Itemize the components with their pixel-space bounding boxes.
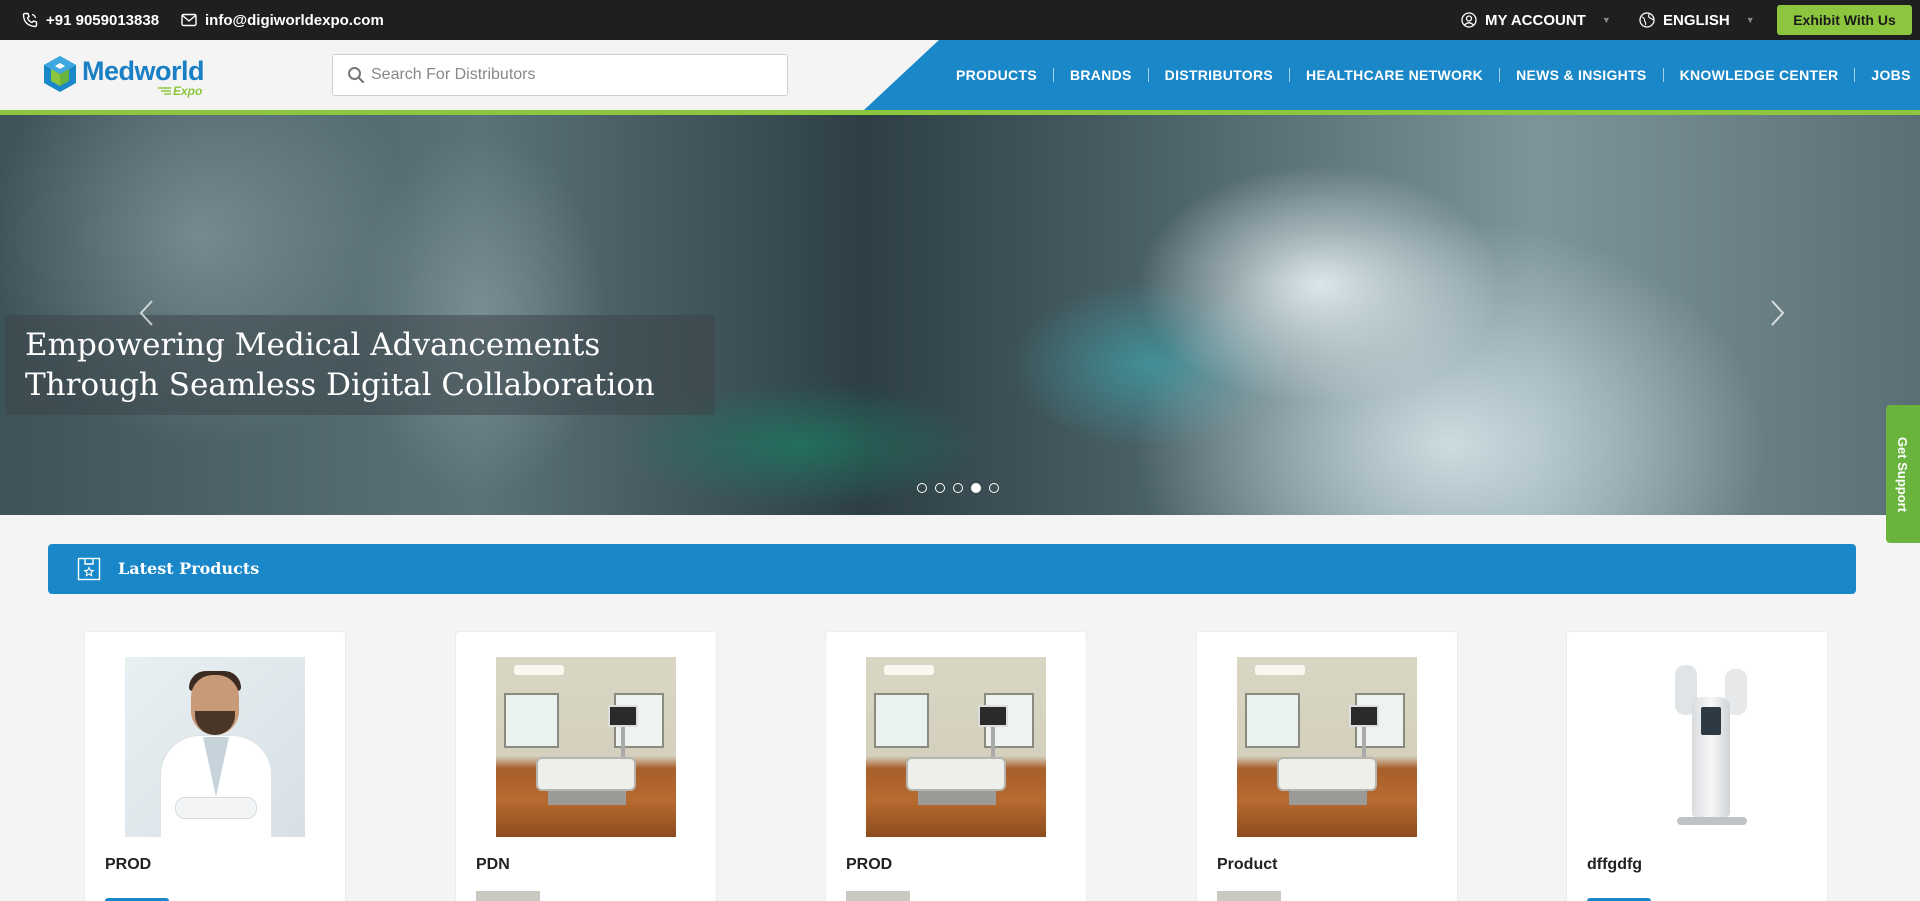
nav-jobs[interactable]: JOBS (1855, 67, 1910, 83)
product-card[interactable]: PROD (825, 631, 1087, 901)
nav-products[interactable]: PRODUCTS (940, 67, 1053, 83)
carousel-indicators (917, 483, 999, 493)
product-mini-thumbnail[interactable] (1217, 891, 1281, 901)
nav-news-insights[interactable]: NEWS & INSIGHTS (1500, 67, 1663, 83)
carousel-dot[interactable] (953, 483, 963, 493)
carousel-dot[interactable] (935, 483, 945, 493)
distributor-search[interactable] (332, 54, 788, 96)
carousel-next-arrow-icon[interactable] (1762, 293, 1792, 333)
email-contact[interactable]: info@digiworldexpo.com (181, 0, 384, 40)
product-name[interactable]: PDN (476, 856, 510, 874)
hero-caption-line-1: Empowering Medical Advancements (25, 327, 601, 363)
chevron-down-icon: ▼ (1601, 15, 1611, 25)
hero-caption-line-2: Through Seamless Digital Collaboration (25, 367, 655, 403)
product-image[interactable] (125, 657, 305, 837)
hospital-room-photo (1237, 657, 1417, 837)
product-card[interactable]: dffgdfg (1566, 631, 1828, 901)
email-address: info@digiworldexpo.com (205, 11, 384, 29)
product-image[interactable] (1607, 657, 1787, 837)
hospital-room-photo (496, 657, 676, 837)
exhibit-with-us-button[interactable]: Exhibit With Us (1777, 5, 1912, 35)
main-nav: PRODUCTS BRANDS DISTRIBUTORS HEALTHCARE … (940, 40, 1911, 110)
nav-healthcare-network[interactable]: HEALTHCARE NETWORK (1290, 67, 1499, 83)
hero-carousel[interactable]: Empowering Medical Advancements Through … (0, 115, 1920, 515)
nav-distributors[interactable]: DISTRIBUTORS (1149, 67, 1289, 83)
nav-brands[interactable]: BRANDS (1054, 67, 1148, 83)
search-icon (347, 66, 365, 89)
logo-wordmark: Medworld (82, 56, 205, 86)
logo-subtitle: Expo (173, 84, 203, 98)
carousel-prev-arrow-icon[interactable] (132, 293, 162, 333)
globe-icon (1639, 12, 1655, 28)
hospital-room-photo (866, 657, 1046, 837)
top-bar: +91 9059013838 info@digiworldexpo.com MY… (0, 0, 1920, 40)
phone-contact[interactable]: +91 9059013838 (22, 0, 159, 40)
product-image[interactable] (866, 657, 1046, 837)
language-dropdown[interactable]: ENGLISH ▼ (1639, 0, 1755, 40)
product-card[interactable]: Product (1196, 631, 1458, 901)
product-mini-thumbnail[interactable] (846, 891, 910, 901)
hero-caption-box: Empowering Medical Advancements Through … (5, 315, 715, 415)
my-account-dropdown[interactable]: MY ACCOUNT ▼ (1461, 0, 1611, 40)
product-card[interactable]: PROD (84, 631, 346, 901)
product-name[interactable]: PROD (846, 856, 892, 874)
phone-icon (22, 12, 38, 28)
product-box-icon (77, 557, 101, 586)
my-account-label: MY ACCOUNT (1485, 11, 1586, 29)
product-name[interactable]: PROD (105, 856, 151, 874)
logo-cube-icon (44, 56, 76, 92)
chevron-down-icon: ▼ (1745, 15, 1755, 25)
carousel-dot-active[interactable] (971, 483, 981, 493)
carousel-dot[interactable] (917, 483, 927, 493)
get-support-tab[interactable]: Get Support (1886, 405, 1920, 543)
product-image[interactable] (496, 657, 676, 837)
product-name[interactable]: dffgdfg (1587, 856, 1642, 874)
language-label: ENGLISH (1663, 11, 1730, 29)
site-logo[interactable]: Medworld Expo (42, 54, 212, 98)
get-support-label: Get Support (1895, 436, 1911, 512)
product-image[interactable] (1237, 657, 1417, 837)
latest-products-header: Latest Products (48, 544, 1856, 594)
product-name[interactable]: Product (1217, 856, 1277, 874)
aesthetic-device-photo (1607, 657, 1787, 837)
mail-icon (181, 13, 197, 27)
user-icon (1461, 12, 1477, 28)
logo-speed-lines (158, 87, 171, 95)
doctor-photo (125, 657, 305, 837)
nav-knowledge-center[interactable]: KNOWLEDGE CENTER (1664, 67, 1855, 83)
search-input[interactable] (371, 55, 771, 95)
latest-products-title: Latest Products (118, 559, 260, 578)
product-card[interactable]: PDN (455, 631, 717, 901)
phone-number: +91 9059013838 (46, 11, 160, 29)
product-mini-thumbnail[interactable] (476, 891, 540, 901)
carousel-dot[interactable] (989, 483, 999, 493)
